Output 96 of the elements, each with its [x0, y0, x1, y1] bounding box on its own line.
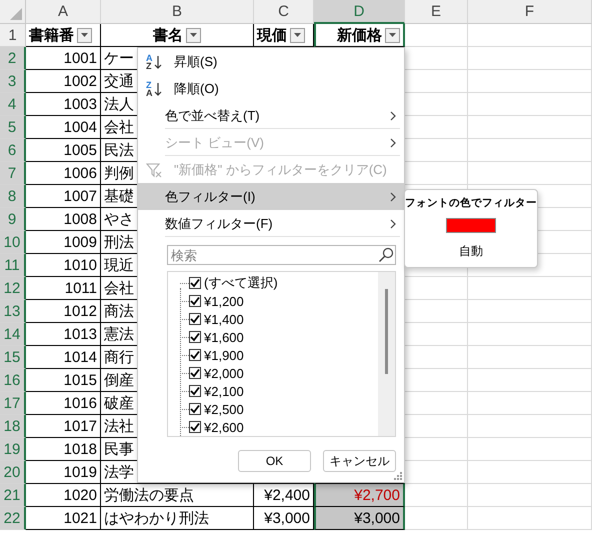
table-cell: 1010 [26, 254, 101, 277]
search-field[interactable]: 検索 [167, 245, 396, 265]
row-header[interactable]: 14 [0, 323, 26, 346]
row-header[interactable]: 15 [0, 346, 26, 369]
row-header[interactable]: 17 [0, 392, 26, 415]
row-header[interactable]: 7 [0, 162, 26, 185]
resize-grip-icon[interactable] [394, 472, 402, 480]
chevron-icon [390, 138, 396, 148]
table-cell: ¥2,700 [314, 484, 405, 507]
color-swatch[interactable] [446, 218, 496, 233]
table-cell: 1016 [26, 392, 101, 415]
row-header[interactable]: 12 [0, 277, 26, 300]
table-cell: 1006 [26, 162, 101, 185]
filter-button[interactable] [77, 28, 92, 42]
table-cell: 1012 [26, 300, 101, 323]
checkbox[interactable] [189, 349, 201, 361]
filter-button[interactable] [385, 28, 400, 42]
table-cell: 1005 [26, 139, 101, 162]
caret-icon [190, 33, 197, 37]
table-cell: 1015 [26, 369, 101, 392]
checkbox[interactable] [189, 313, 201, 325]
caret-icon [389, 33, 396, 37]
table-cell: 1018 [26, 438, 101, 461]
menu-item[interactable]: 色フィルター(I) [138, 183, 404, 210]
row-header[interactable]: 4 [0, 93, 26, 116]
checkbox[interactable] [189, 367, 201, 379]
table-cell: 1007 [26, 185, 101, 208]
checkbox[interactable] [189, 421, 201, 433]
table-cell: 1014 [26, 346, 101, 369]
heading-text: 新価格 [337, 26, 382, 44]
caret-icon [81, 33, 88, 37]
row-header[interactable]: 8 [0, 185, 26, 208]
column-header[interactable]: D [314, 0, 405, 24]
ok-button[interactable]: OK [238, 450, 311, 472]
chevron-icon [390, 192, 396, 202]
column-header[interactable]: F [468, 0, 592, 24]
row-header[interactable]: 13 [0, 300, 26, 323]
cancel-button[interactable]: キャンセル [323, 450, 396, 472]
column-header[interactable]: C [254, 0, 314, 24]
table-cell: 1002 [26, 70, 101, 93]
table-cell: 1008 [26, 208, 101, 231]
table-cell [405, 24, 468, 47]
table-cell: 1019 [26, 461, 101, 484]
checkbox[interactable] [189, 403, 201, 415]
chevron-icon [390, 218, 396, 228]
table-cell: 1020 [26, 484, 101, 507]
table-cell: 1004 [26, 116, 101, 139]
column-header[interactable]: B [101, 0, 254, 24]
table-cell: ¥3,000 [314, 507, 405, 530]
table-cell: 1003 [26, 93, 101, 116]
scrollbar[interactable] [378, 272, 395, 436]
value-label: ¥1,900 [204, 348, 244, 362]
table-cell: 労働法の要点 [101, 484, 254, 507]
checkbox[interactable] [189, 331, 201, 343]
value-label: ¥1,600 [204, 330, 244, 344]
table-cell: 1021 [26, 507, 101, 530]
heading-text: 書籍番 [29, 26, 74, 44]
row-header[interactable]: 11 [0, 254, 26, 277]
filter-button[interactable] [186, 28, 201, 42]
column-header[interactable]: A [26, 0, 101, 24]
column-header[interactable]: E [405, 0, 468, 24]
clear-filter-icon [146, 162, 162, 178]
heading-text: 現価 [257, 26, 287, 44]
filter-button[interactable] [290, 28, 305, 42]
row-header[interactable]: 19 [0, 438, 26, 461]
row-header[interactable]: 2 [0, 47, 26, 70]
row-header[interactable]: 22 [0, 507, 26, 530]
table-cell: 1011 [26, 277, 101, 300]
row-header[interactable]: 1 [0, 24, 26, 47]
value-label: ¥2,500 [204, 402, 244, 416]
checkbox[interactable] [189, 385, 201, 397]
row-header[interactable]: 5 [0, 116, 26, 139]
row-header[interactable]: 6 [0, 139, 26, 162]
checkbox[interactable] [189, 277, 201, 289]
table-cell: 1017 [26, 415, 101, 438]
row-header[interactable]: 3 [0, 70, 26, 93]
caret-icon [294, 33, 301, 37]
row-header[interactable]: 18 [0, 415, 26, 438]
submenu-title: フォントの色でフィルター [405, 196, 537, 210]
row-header[interactable]: 16 [0, 369, 26, 392]
submenu-item[interactable]: 自動 [459, 243, 483, 260]
row-header[interactable]: 9 [0, 208, 26, 231]
chevron-icon [390, 110, 396, 120]
row-header[interactable]: 10 [0, 231, 26, 254]
table-cell: 1013 [26, 323, 101, 346]
value-label: ¥2,600 [204, 420, 244, 434]
table-cell: 1009 [26, 231, 101, 254]
table-cell [405, 484, 468, 507]
table-cell: はやわかり刑法 [101, 507, 254, 530]
table-cell: 1001 [26, 47, 101, 70]
heading-text: 書名 [153, 26, 183, 44]
row-header[interactable]: 20 [0, 461, 26, 484]
checkbox[interactable] [189, 295, 201, 307]
table-cell [405, 507, 468, 530]
row-header[interactable]: 21 [0, 484, 26, 507]
search-icon [378, 247, 394, 263]
